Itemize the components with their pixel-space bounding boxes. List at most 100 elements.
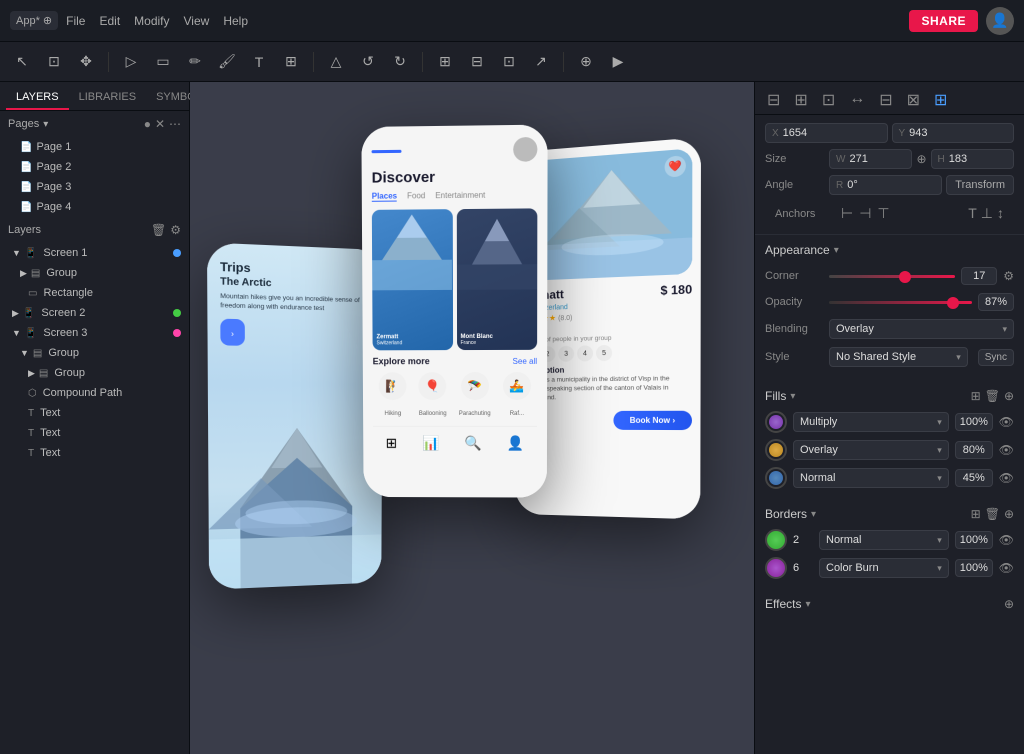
layers-delete-icon[interactable]: 🗑 [151, 223, 166, 237]
person-btn-4[interactable]: 4 [577, 345, 593, 361]
tab-layers[interactable]: LAYERS [6, 86, 69, 110]
width-field[interactable]: W 271 [829, 149, 912, 169]
layer-group3[interactable]: ▶ ▤ Group [0, 363, 189, 383]
layer-compound[interactable]: ⬡ Compound Path [0, 383, 189, 403]
cat-places[interactable]: Places [372, 191, 397, 201]
anchor-middle-icon[interactable]: ⊥ [981, 205, 993, 222]
border-swatch-2[interactable] [765, 557, 787, 579]
cat-food[interactable]: Food [407, 191, 425, 201]
see-all[interactable]: See all [513, 356, 538, 365]
rp-tab-distribute[interactable]: ⊞ [788, 86, 813, 114]
fill-mode-2[interactable]: Overlay ▾ [793, 440, 949, 460]
fill-opacity-3[interactable]: 45% [955, 469, 993, 487]
rp-tab-more1[interactable]: ⊟ [873, 86, 898, 114]
anchor-top-icon[interactable]: T [968, 205, 977, 222]
border-mode-1[interactable]: Normal ▾ [819, 530, 949, 550]
height-field[interactable]: H 183 [931, 149, 1014, 169]
transform-button[interactable]: Transform [946, 175, 1014, 195]
move-icon[interactable]: ✥ [72, 48, 100, 76]
paint-icon[interactable]: 🖌 [213, 48, 241, 76]
corner-value[interactable]: 17 [961, 267, 997, 285]
page-item-3[interactable]: 📄 Page 3 [0, 177, 189, 197]
menu-view[interactable]: View [184, 14, 210, 28]
fills-delete-icon[interactable]: 🗑 [985, 389, 1000, 403]
sync-button[interactable]: Sync [978, 349, 1014, 366]
blending-dropdown[interactable]: Overlay ▾ [829, 319, 1014, 339]
person-btn-5[interactable]: 5 [596, 345, 612, 361]
person-btn-3[interactable]: 3 [558, 346, 574, 362]
fill-mode-3[interactable]: Normal ▾ [793, 468, 949, 488]
corner-settings-icon[interactable]: ⚙ [1003, 269, 1014, 283]
layer-text1[interactable]: T Text [0, 403, 189, 423]
fills-add-icon[interactable]: ⊕ [1004, 389, 1014, 403]
grid-icon[interactable]: ⊞ [431, 48, 459, 76]
pages-more-icon[interactable]: ⋯ [169, 117, 181, 131]
layout-icon[interactable]: ⊟ [463, 48, 491, 76]
cat-entertainment[interactable]: Entertainment [435, 191, 485, 202]
anchor-center-icon[interactable]: ⊣ [859, 205, 871, 222]
rect-icon[interactable]: ▭ [149, 48, 177, 76]
pages-add-icon[interactable]: ● [144, 117, 151, 131]
layer-screen2[interactable]: ▶ 📱 Screen 2 [0, 303, 189, 323]
menu-modify[interactable]: Modify [134, 14, 169, 28]
fill-swatch-1[interactable] [765, 411, 787, 433]
rp-tab-more2[interactable]: ⊠ [901, 86, 926, 114]
menu-edit[interactable]: Edit [99, 14, 120, 28]
position-x-field[interactable]: X 1654 [765, 123, 888, 143]
scale-icon[interactable]: ⊡ [40, 48, 68, 76]
zoom-icon[interactable]: ⊕ [572, 48, 600, 76]
anchor-left-icon[interactable]: ⊢ [841, 205, 853, 222]
border-mode-2[interactable]: Color Burn ▾ [819, 558, 949, 578]
rp-tab-spacing[interactable]: ↔ [843, 86, 871, 114]
rp-tab-grid[interactable]: ⊡ [816, 86, 841, 114]
symbol-icon[interactable]: △ [322, 48, 350, 76]
opacity-slider[interactable] [829, 301, 972, 304]
layer-group2[interactable]: ▼ ▤ Group [0, 343, 189, 363]
undo-icon[interactable]: ↺ [354, 48, 382, 76]
menu-help[interactable]: Help [223, 14, 248, 28]
page-item-2[interactable]: 📄 Page 2 [0, 157, 189, 177]
fill-swatch-3[interactable] [765, 467, 787, 489]
export-icon[interactable]: ↗ [527, 48, 555, 76]
page-item-4[interactable]: 📄 Page 4 [0, 197, 189, 217]
tab-libraries[interactable]: LIBRARIES [69, 86, 146, 110]
angle-field[interactable]: R 0° [829, 175, 942, 195]
select-icon[interactable]: ▷ [117, 48, 145, 76]
opacity-value[interactable]: 87% [978, 293, 1014, 311]
border-opacity-2[interactable]: 100% [955, 559, 993, 577]
border-visibility-1-icon[interactable]: 👁 [999, 533, 1014, 547]
corner-slider[interactable] [829, 275, 955, 278]
layers-settings-icon[interactable]: ⚙ [170, 223, 181, 237]
layer-rect[interactable]: ▭ Rectangle [0, 283, 189, 303]
redo-icon[interactable]: ↻ [386, 48, 414, 76]
text-icon[interactable]: T [245, 48, 273, 76]
phone-left-cta[interactable]: › [220, 319, 244, 346]
crop-icon[interactable]: ⊡ [495, 48, 523, 76]
preview-icon[interactable]: ▶ [604, 48, 632, 76]
anchor-right-icon[interactable]: ⊤ [877, 205, 889, 222]
fill-swatch-2[interactable] [765, 439, 787, 461]
share-button[interactable]: SHARE [909, 10, 978, 32]
rp-tab-active[interactable]: ⊞ [928, 86, 953, 114]
layer-group1[interactable]: ▶ ▤ Group [0, 263, 189, 283]
fills-options-icon[interactable]: ⊞ [971, 389, 981, 403]
fill-visibility-1-icon[interactable]: 👁 [999, 415, 1014, 429]
fill-opacity-1[interactable]: 100% [955, 413, 993, 431]
book-btn[interactable]: Book Now › [613, 411, 692, 430]
fill-visibility-3-icon[interactable]: 👁 [999, 471, 1014, 485]
border-swatch-1[interactable] [765, 529, 787, 551]
pages-delete-icon[interactable]: ✕ [155, 117, 165, 131]
menu-file[interactable]: File [66, 14, 85, 28]
anchor-bottom-icon[interactable]: ↕ [997, 205, 1004, 222]
layer-text3[interactable]: T Text [0, 443, 189, 463]
style-dropdown[interactable]: No Shared Style ▾ [829, 347, 968, 367]
fill-visibility-2-icon[interactable]: 👁 [999, 443, 1014, 457]
layer-screen3[interactable]: ▼ 📱 Screen 3 [0, 323, 189, 343]
layer-text2[interactable]: T Text [0, 423, 189, 443]
borders-add-icon[interactable]: ⊕ [1004, 507, 1014, 521]
borders-delete-icon[interactable]: 🗑 [985, 507, 1000, 521]
pen-icon[interactable]: ✏ [181, 48, 209, 76]
fill-opacity-2[interactable]: 80% [955, 441, 993, 459]
fill-mode-1[interactable]: Multiply ▾ [793, 412, 949, 432]
page-item-1[interactable]: 📄 Page 1 [0, 137, 189, 157]
